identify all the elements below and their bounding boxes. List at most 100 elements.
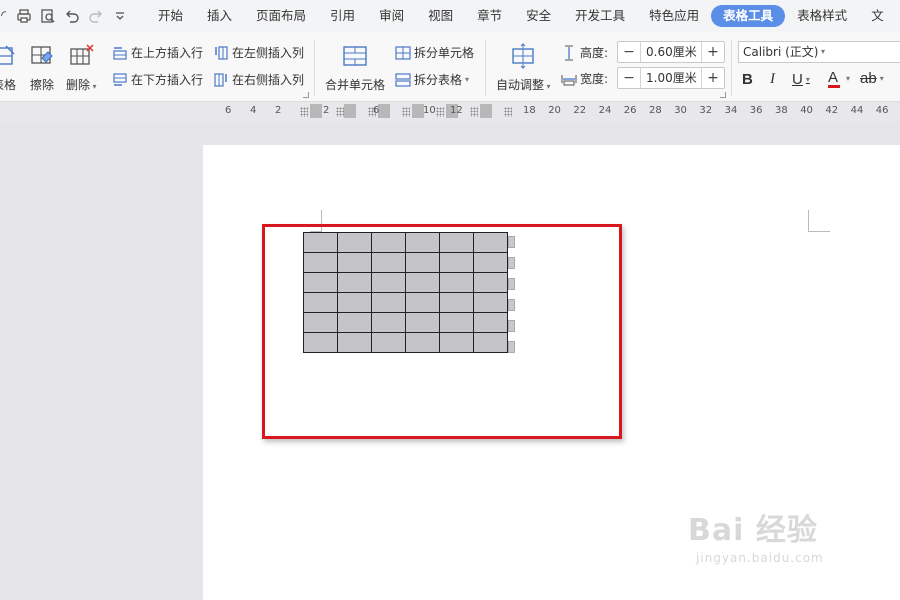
row-height-label-group: 高度: <box>561 44 608 61</box>
ruler-number: 32 <box>699 105 713 116</box>
ruler-number: 46 <box>875 105 889 116</box>
customize-toolbar-icon[interactable] <box>108 4 132 28</box>
col-width-decrease-button[interactable]: − <box>618 70 640 86</box>
ruler-column-marker <box>504 107 512 117</box>
ruler-number: 6 <box>373 105 380 116</box>
insert-row-below-button[interactable]: 在下方插入行 <box>112 71 203 88</box>
bold-label: B <box>742 71 753 88</box>
col-width-input[interactable]: 1.00厘米 <box>640 68 702 88</box>
font-color-button[interactable]: A <box>828 70 840 88</box>
ribbon-separator <box>731 40 732 96</box>
ruler-number: 2 <box>275 105 282 116</box>
ruler-number: 20 <box>548 105 561 116</box>
ruler-number: 24 <box>598 105 612 116</box>
draw-table-button[interactable]: 表格 <box>0 42 18 93</box>
col-width-increase-button[interactable]: + <box>702 70 724 86</box>
col-width-label: 宽度: <box>580 72 609 86</box>
ruler-column-marker <box>470 107 478 117</box>
watermark-main: Bai 经验 <box>688 513 818 548</box>
italic-label: I <box>770 71 775 87</box>
ruler-number: 22 <box>573 105 587 116</box>
insert-col-left-button[interactable]: 在左侧插入列 <box>213 44 304 61</box>
menu-item[interactable]: 开始 <box>146 5 195 27</box>
font-name-select[interactable]: Calibri (正文) ▾ <box>738 41 830 63</box>
row-height-decrease-button[interactable]: − <box>618 44 640 60</box>
erase-button[interactable]: 擦除 <box>28 42 56 93</box>
undo-icon[interactable] <box>60 4 84 28</box>
split-table-button[interactable]: 拆分表格 ▾ <box>395 71 469 88</box>
clear-format-label: ab <box>860 70 877 87</box>
split-cells-button[interactable]: 拆分单元格 <box>395 44 474 61</box>
insert-row-above-button[interactable]: 在上方插入行 <box>112 44 203 61</box>
ruler-number: 6 <box>225 105 232 116</box>
insert-col-left-icon <box>213 45 229 61</box>
eraser-icon <box>28 42 56 70</box>
merge-cells-button[interactable]: 合并单元格 <box>325 42 385 93</box>
menu-item[interactable]: 插入 <box>195 5 244 27</box>
menu-item[interactable]: 页面布局 <box>244 5 318 27</box>
print-preview-icon[interactable] <box>36 4 60 28</box>
table-tools-ribbon: 表格 擦除 删除 ▾ 在上方插入行 在下方插入行 在左侧插入列 在右侧插入列 <box>0 32 900 102</box>
cell-size-launcher[interactable] <box>720 92 726 98</box>
delete-table-icon <box>67 42 95 70</box>
delete-button[interactable]: 删除 ▾ <box>66 42 97 93</box>
menu-item[interactable]: 审阅 <box>367 5 416 27</box>
col-width-icon <box>561 71 577 87</box>
insert-row-above-icon <box>112 45 128 61</box>
auto-fit-icon <box>509 42 537 70</box>
underline-button[interactable]: U ▾ <box>792 71 810 88</box>
annotation-highlight-box <box>262 224 622 439</box>
font-size-select[interactable] <box>829 41 900 63</box>
clear-format-button[interactable]: ab ▾ <box>860 70 884 87</box>
underline-label: U <box>792 71 803 88</box>
row-height-input[interactable]: 0.60厘米 <box>640 42 702 62</box>
font-color-dropdown[interactable]: ▾ <box>846 74 850 83</box>
insert-col-right-icon <box>213 72 229 88</box>
ribbon-separator <box>314 40 315 96</box>
ruler-cell-marker <box>480 104 492 118</box>
auto-fit-button[interactable]: 自动调整 ▾ <box>496 42 551 93</box>
draw-table-icon <box>0 42 18 70</box>
menu-item[interactable]: 章节 <box>465 5 514 27</box>
menu-item[interactable]: 视图 <box>416 5 465 27</box>
merge-cells-icon <box>341 42 369 70</box>
insert-col-right-button[interactable]: 在右侧插入列 <box>213 71 304 88</box>
merge-cells-label: 合并单元格 <box>325 78 386 92</box>
menu-item[interactable]: 表格工具 <box>711 5 786 27</box>
ruler-column-marker <box>336 107 344 117</box>
split-cells-icon <box>395 45 411 61</box>
col-width-stepper[interactable]: − 1.00厘米 + <box>617 67 725 89</box>
redo-icon[interactable] <box>84 4 108 28</box>
ruler-column-marker <box>300 107 308 117</box>
horizontal-ruler[interactable]: 6 4 2 2 6 10 12 18 20 22 24 26 28 30 32 34 36 38 40 42 44 46 <box>0 102 900 122</box>
row-height-label: 高度: <box>580 46 609 60</box>
ruler-number: 40 <box>800 105 813 116</box>
ruler-number: 30 <box>674 105 687 116</box>
font-color-swatch <box>828 85 840 88</box>
ruler-number: 26 <box>623 105 637 116</box>
row-height-stepper[interactable]: − 0.60厘米 + <box>617 41 725 63</box>
print-icon[interactable] <box>12 4 36 28</box>
split-cells-label: 拆分单元格 <box>414 46 475 60</box>
ruler-number: 28 <box>649 105 662 116</box>
menu-bar: 开始 插入 页面布局 引用 审阅 视图 章节 安全 开发工具 特色应用 表格工具 表格样式文 <box>0 0 900 32</box>
bold-button[interactable]: B <box>742 71 753 88</box>
row-height-increase-button[interactable]: + <box>702 44 724 60</box>
ruler-column-marker <box>436 107 444 117</box>
col-width-label-group: 宽度: <box>561 70 608 87</box>
ribbon-separator <box>485 40 486 96</box>
menu-item[interactable]: 安全 <box>514 5 563 27</box>
split-table-label: 拆分表格 <box>414 73 463 87</box>
menu-item[interactable]: 开发工具 <box>563 5 637 27</box>
menu-item[interactable]: 表格样式 <box>785 5 859 27</box>
rows-cols-launcher[interactable] <box>303 92 309 98</box>
menu-item[interactable]: 引用 <box>318 5 367 27</box>
insert-col-left-label: 在左侧插入列 <box>232 46 305 60</box>
menu-item[interactable]: 文 <box>859 5 896 27</box>
font-name-value: Calibri (正文) <box>743 45 819 59</box>
menu-item[interactable]: 特色应用 <box>637 5 711 27</box>
page-margin-corner-right <box>808 210 830 232</box>
italic-button[interactable]: I <box>770 71 775 88</box>
redo-partial-icon[interactable] <box>0 4 12 28</box>
font-color-label: A <box>828 69 839 86</box>
